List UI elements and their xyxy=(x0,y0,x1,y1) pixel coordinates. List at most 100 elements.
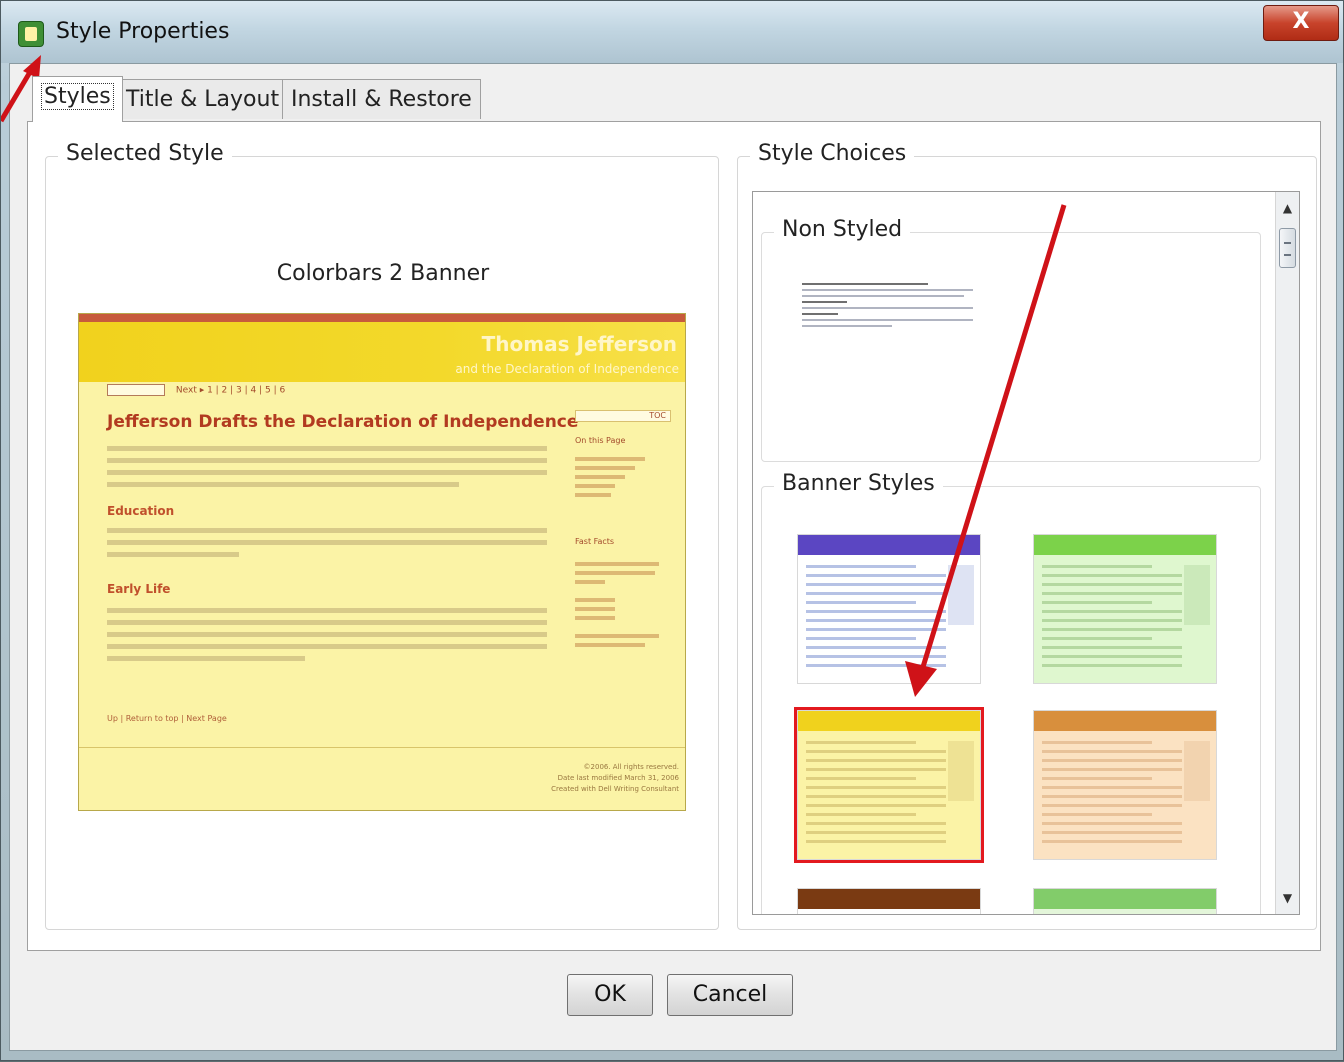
window-title: Style Properties xyxy=(56,19,230,44)
thumbnail-text-line xyxy=(1042,601,1152,604)
preview-paragraph xyxy=(107,442,547,494)
thumbnail-text-line xyxy=(806,646,946,649)
thumbnail-text-line xyxy=(806,795,946,798)
preview-site-subtitle: and the Declaration of Independence xyxy=(455,362,679,376)
ok-button[interactable]: OK xyxy=(567,974,653,1016)
preview-side-fast-facts: Fast Facts xyxy=(575,537,615,546)
thumbnail-text-line xyxy=(1042,750,1182,753)
thumbnail-text-line xyxy=(806,664,946,667)
thumbnail-text-line xyxy=(806,628,946,631)
thumbnail-text-line xyxy=(806,822,946,825)
thumbnail-text-line xyxy=(806,741,916,744)
style-thumbnail-light-green-banner[interactable] xyxy=(1033,888,1217,914)
thumbnail-text-line xyxy=(1042,777,1152,780)
app-icon xyxy=(18,21,44,47)
tab-styles[interactable]: Styles xyxy=(32,76,123,122)
thumbnail-sidebar xyxy=(948,741,974,801)
thumbnail-sidebar xyxy=(948,565,974,625)
thumbnail-text-line xyxy=(806,610,946,613)
style-choices-group: Style Choices Non Styled Banner Styles ▲… xyxy=(737,141,1317,930)
thumbnail-banner xyxy=(798,711,980,731)
thumbnail-text-line xyxy=(806,565,916,568)
style-choices-scrollbar[interactable]: ▲ ▼ xyxy=(1275,192,1299,914)
selected-style-name: Colorbars 2 Banner xyxy=(276,261,490,286)
thumbnail-banner xyxy=(1034,889,1216,909)
style-thumbnail-colorbars-2-banner[interactable] xyxy=(794,707,984,863)
styles-tab-panel: Selected Style Colorbars 2 Banner Thomas… xyxy=(27,121,1321,951)
preview-footer-line: ©2006. All rights reserved. xyxy=(583,763,679,771)
non-styled-label: Non Styled xyxy=(774,217,911,242)
thumbnail-text-line xyxy=(1042,759,1182,762)
thumbnail-text-line xyxy=(1042,840,1182,843)
non-styled-group: Non Styled xyxy=(761,217,1261,462)
preview-color-bar xyxy=(79,314,685,322)
thumbnail-banner xyxy=(798,535,980,555)
thumbnail-text-line xyxy=(806,655,946,658)
thumbnail-text-line xyxy=(1042,822,1182,825)
thumbnail-text-line xyxy=(1042,795,1182,798)
thumbnail-text-line xyxy=(1042,664,1182,667)
thumbnail-sidebar xyxy=(1184,565,1210,625)
banner-styles-label: Banner Styles xyxy=(774,471,943,496)
thumbnail-banner xyxy=(1034,535,1216,555)
thumbnail-text-line xyxy=(806,804,946,807)
thumbnail-banner xyxy=(798,889,980,909)
scroll-thumb[interactable] xyxy=(1279,228,1296,268)
style-thumbnail-green-banner[interactable] xyxy=(1033,534,1217,684)
thumbnail-text-line xyxy=(1042,655,1182,658)
thumbnail-text-line xyxy=(1042,628,1182,631)
title-bar[interactable]: Style Properties X xyxy=(1,1,1343,63)
thumbnail-sidebar xyxy=(1184,741,1210,801)
thumbnail-text-line xyxy=(806,840,946,843)
style-thumbnail-purple-banner[interactable] xyxy=(797,534,981,684)
preview-side-toc: TOC xyxy=(575,410,671,422)
thumbnail-text-line xyxy=(1042,565,1152,568)
thumbnail-text-line xyxy=(806,831,946,834)
thumbnail-text-line xyxy=(1042,768,1182,771)
preview-footer-rule xyxy=(79,747,685,748)
thumbnail-text-line xyxy=(1042,592,1182,595)
thumbnail-text-line xyxy=(806,786,946,789)
thumbnail-text-line xyxy=(806,750,946,753)
tab-install-restore[interactable]: Install & Restore xyxy=(282,79,481,119)
preview-heading: Jefferson Drafts the Declaration of Inde… xyxy=(107,412,579,432)
close-button[interactable]: X xyxy=(1263,5,1339,41)
preview-paragraph xyxy=(107,524,547,564)
thumbnail-text-line xyxy=(806,637,916,640)
dialog-client-area: Styles Title & Layout Install & Restore … xyxy=(9,63,1337,1051)
thumbnail-text-line xyxy=(806,574,946,577)
thumbnail-text-line xyxy=(1042,619,1182,622)
scroll-up-icon[interactable]: ▲ xyxy=(1276,196,1299,220)
preview-nav: Next ▸ 1 | 2 | 3 | 4 | 5 | 6 xyxy=(107,384,285,396)
preview-banner: Thomas Jefferson and the Declaration of … xyxy=(79,322,685,382)
scroll-down-icon[interactable]: ▼ xyxy=(1276,886,1299,910)
thumbnail-text-line xyxy=(806,619,946,622)
thumbnail-banner xyxy=(1034,711,1216,731)
preview-footer-links: Up | Return to top | Next Page xyxy=(107,714,227,723)
selected-style-preview: Thomas Jefferson and the Declaration of … xyxy=(78,313,686,811)
thumbnail-text-line xyxy=(806,592,946,595)
non-styled-thumbnail[interactable] xyxy=(802,279,982,359)
selected-style-label: Selected Style xyxy=(58,141,232,166)
style-properties-window: Style Properties X Styles Title & Layout… xyxy=(0,0,1344,1061)
tab-title-layout[interactable]: Title & Layout xyxy=(117,79,289,119)
thumbnail-text-line xyxy=(1042,646,1182,649)
thumbnail-text-line xyxy=(1042,741,1152,744)
cancel-button[interactable]: Cancel xyxy=(667,974,793,1016)
preview-footer-line: Created with Dell Writing Consultant xyxy=(551,785,679,793)
thumbnail-text-line xyxy=(806,759,946,762)
thumbnail-text-line xyxy=(1042,804,1182,807)
style-thumbnail-brown-banner[interactable] xyxy=(797,888,981,914)
preview-nav-next: Next ▸ 1 | 2 | 3 | 4 | 5 | 6 xyxy=(175,385,286,396)
thumbnail-text-line xyxy=(1042,831,1182,834)
style-choices-list[interactable]: Non Styled Banner Styles ▲ ▼ xyxy=(752,191,1300,915)
preview-section-early-life: Early Life xyxy=(107,582,171,596)
thumbnail-text-line xyxy=(806,768,946,771)
thumbnail-text-line xyxy=(1042,786,1182,789)
preview-sidebar: TOC On this Page Fast Facts xyxy=(575,410,671,652)
preview-footer-line: Date last modified March 31, 2006 xyxy=(557,774,679,782)
style-thumbnail-orange-banner[interactable] xyxy=(1033,710,1217,860)
tab-styles-label: Styles xyxy=(41,83,114,110)
selected-style-group: Selected Style Colorbars 2 Banner Thomas… xyxy=(45,141,719,930)
thumbnail-text-line xyxy=(1042,574,1182,577)
